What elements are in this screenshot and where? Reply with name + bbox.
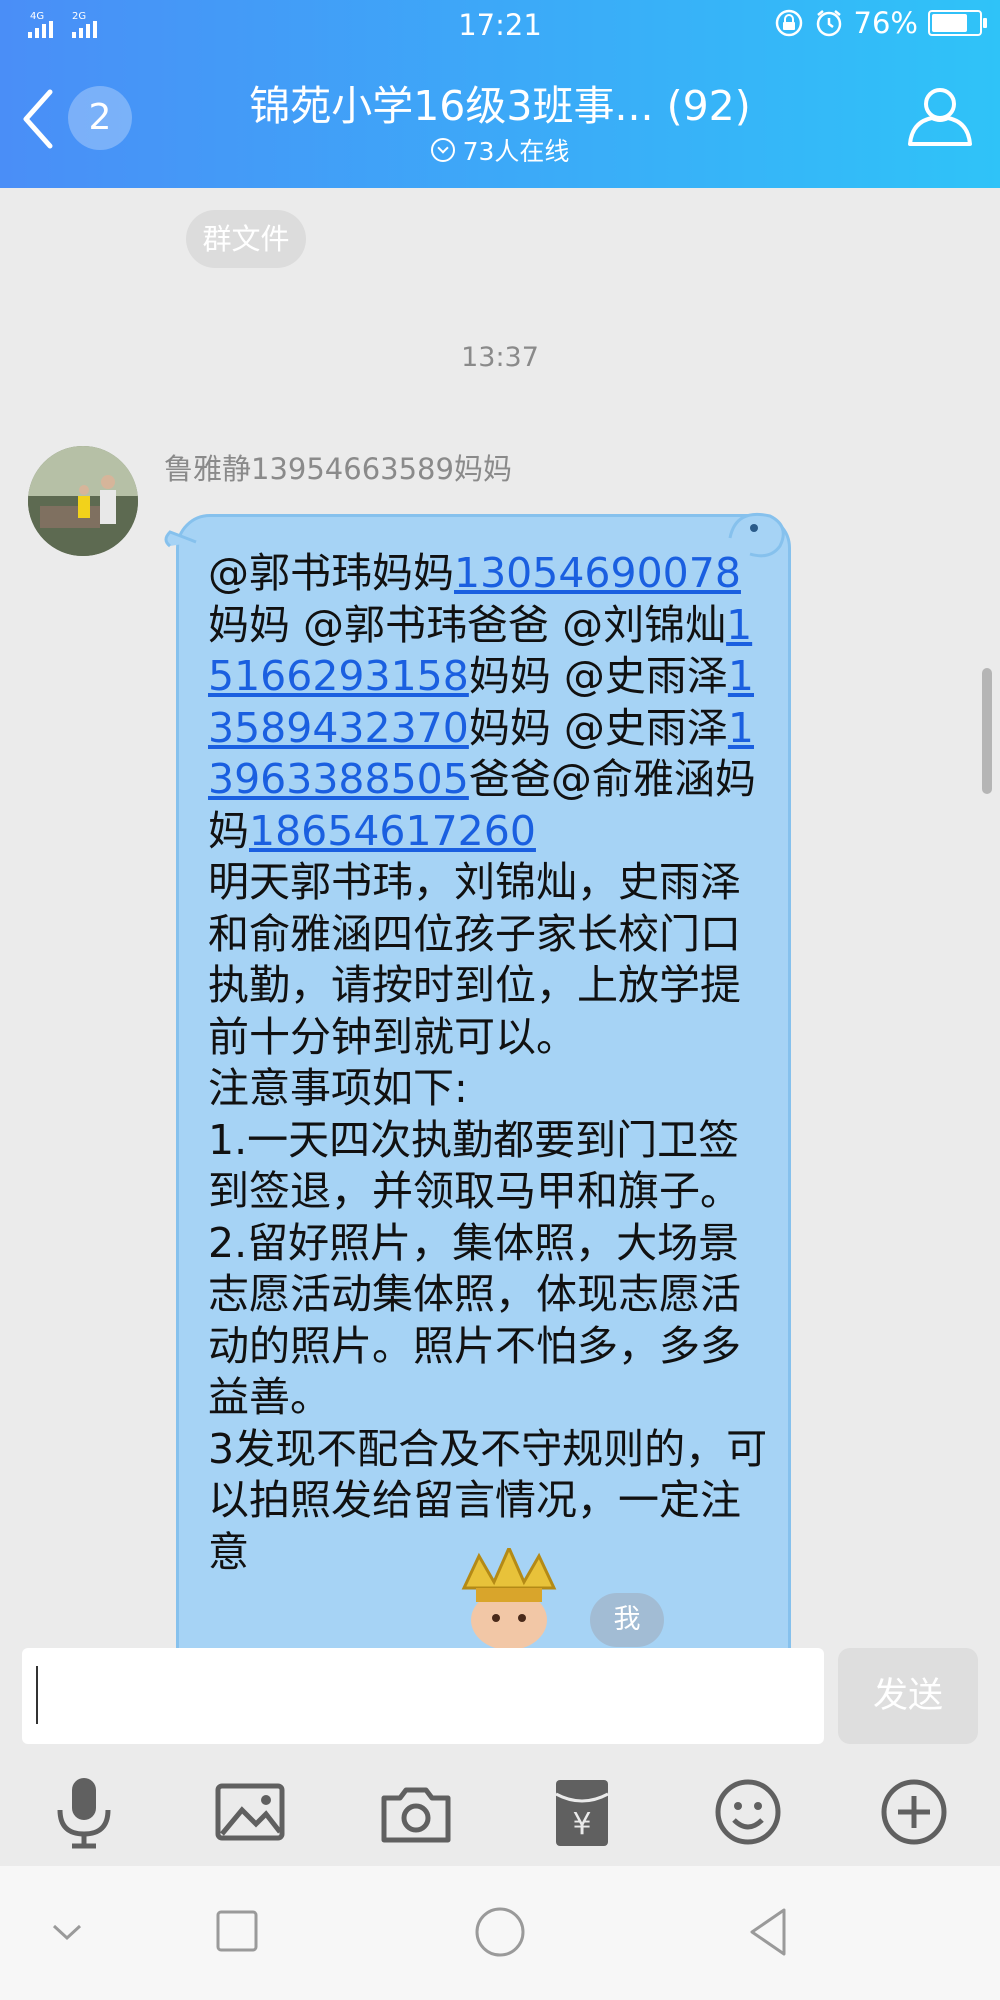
image-icon[interactable] — [210, 1772, 290, 1852]
phone-link[interactable]: 18654617260 — [249, 807, 536, 855]
me-badge[interactable]: 我 — [590, 1593, 664, 1647]
system-nav-bar — [0, 1866, 1000, 2000]
chat-area[interactable]: 群文件 13:37 鲁雅静13954663589妈妈 @郭书玮妈妈1305469… — [0, 188, 1000, 1648]
chat-header: 4G 2G 17:21 76% 2 锦苑小学16级3班事... (92) 73人… — [0, 0, 1000, 188]
svg-text:¥: ¥ — [572, 1807, 591, 1842]
rotation-lock-icon — [775, 9, 802, 37]
status-right: 76% — [774, 6, 987, 40]
message-input[interactable] — [22, 1648, 824, 1744]
message-segment: 妈妈 @史雨泽 — [468, 703, 728, 752]
nav-recents-icon[interactable] — [202, 1900, 272, 1964]
message-text: @郭书玮妈妈13054690078妈妈 @郭书玮爸爸 @刘锦灿151662931… — [208, 548, 768, 1578]
scrollbar-thumb[interactable] — [982, 668, 992, 794]
battery-percent: 76% — [853, 6, 918, 40]
input-toolbar: ¥ — [0, 1762, 1000, 1866]
message-segment: 明天郭书玮，刘锦灿，史雨泽和俞雅涵四位孩子家长校门口执勤，请按时到位，上放学提前… — [208, 858, 768, 1524]
sender-name: 鲁雅静13954663589妈妈 — [164, 452, 512, 486]
online-status[interactable]: 73人在线 — [0, 132, 1000, 168]
chevron-down-circle-icon — [430, 138, 455, 162]
group-files-button[interactable]: 群文件 — [186, 210, 306, 268]
input-bar: 发送 — [0, 1648, 1000, 1762]
nav-down-icon[interactable] — [32, 1900, 102, 1964]
microphone-icon[interactable] — [44, 1772, 124, 1852]
alarm-icon — [816, 10, 841, 37]
emoji-icon[interactable] — [708, 1772, 788, 1852]
status-bar: 4G 2G 17:21 76% — [0, 0, 1000, 50]
message-segment: 妈妈 @史雨泽 — [468, 652, 728, 700]
camera-icon[interactable] — [376, 1772, 456, 1852]
send-button[interactable]: 发送 — [838, 1648, 978, 1744]
text-caret — [36, 1666, 38, 1724]
nav-home-icon[interactable] — [465, 1900, 535, 1964]
plus-icon[interactable] — [874, 1772, 954, 1852]
nav-back-icon[interactable] — [734, 1900, 804, 1964]
red-packet-icon[interactable]: ¥ — [542, 1772, 622, 1852]
online-count: 73人在线 — [462, 137, 570, 166]
message-segment: 妈妈 @郭书玮爸爸 @刘锦灿 — [208, 600, 727, 649]
group-members-button[interactable] — [904, 82, 976, 150]
avatar-photo — [28, 446, 138, 556]
page-title: 锦苑小学16级3班事... (92) — [249, 82, 751, 130]
sticker-character-icon — [461, 1548, 557, 1648]
avatar[interactable] — [28, 446, 138, 556]
message-segment: @郭书玮妈妈 — [208, 549, 454, 597]
message-timestamp: 13:37 — [461, 342, 539, 373]
phone-link[interactable]: 13054690078 — [454, 549, 741, 597]
battery-icon — [928, 10, 987, 36]
